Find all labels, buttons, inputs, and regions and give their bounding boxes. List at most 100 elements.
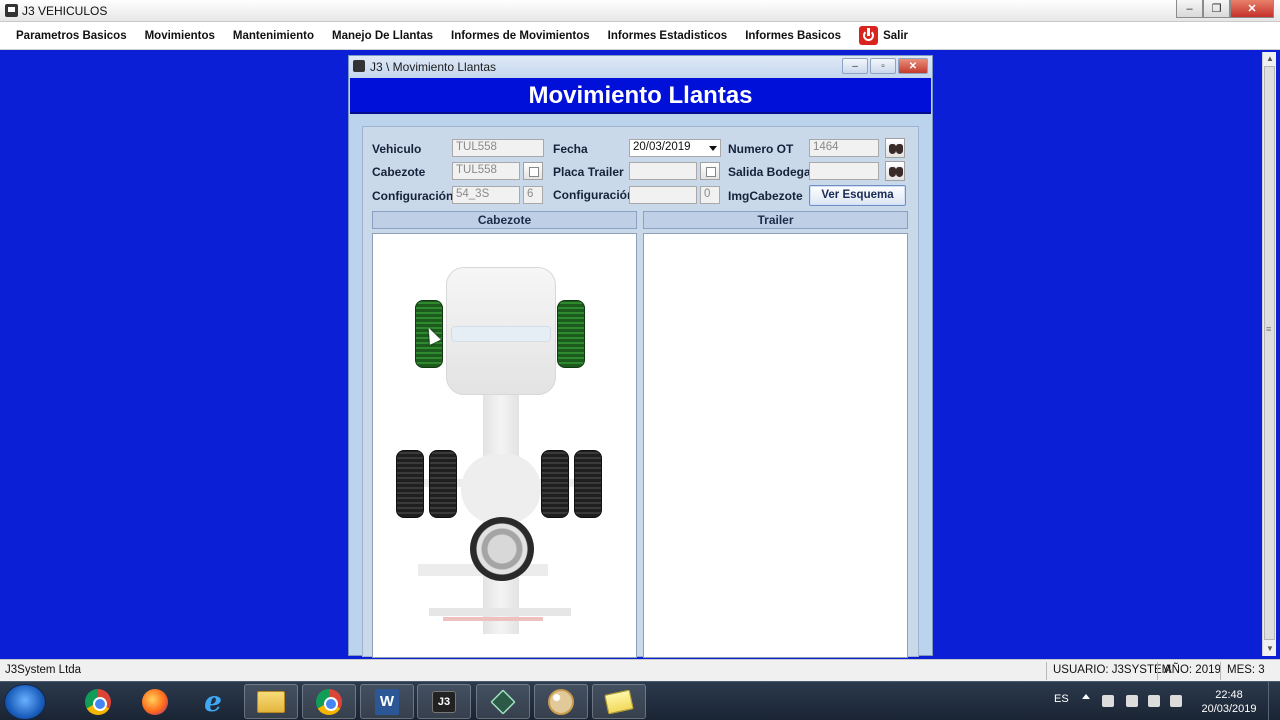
placa-trailer-search-icon[interactable] bbox=[700, 162, 720, 180]
display-icon[interactable] bbox=[1126, 695, 1138, 707]
tire-rear-right-outer[interactable] bbox=[574, 450, 602, 518]
truck-differential bbox=[461, 454, 541, 524]
taskbar-chrome-2[interactable] bbox=[302, 684, 356, 719]
chevron-down-icon[interactable] bbox=[709, 146, 717, 151]
placa-trailer-label: Placa Trailer bbox=[553, 165, 624, 179]
close-button[interactable]: ✕ bbox=[1230, 0, 1274, 18]
show-desktop-button[interactable] bbox=[1268, 682, 1280, 720]
tray-expand-icon[interactable] bbox=[1082, 694, 1090, 699]
configuracion-trailer-field[interactable] bbox=[629, 186, 697, 204]
form-panel: Vehiculo TUL558 Cabezote TUL558 Configur… bbox=[362, 126, 919, 658]
taskbar-ie[interactable]: e bbox=[186, 684, 240, 719]
ie-icon: e bbox=[204, 685, 222, 718]
action-center-icon[interactable] bbox=[1148, 695, 1160, 707]
status-anio: AÑO: 2019 bbox=[1157, 662, 1227, 680]
cabezote-search-icon[interactable] bbox=[523, 162, 543, 180]
taskbar-firefox[interactable] bbox=[128, 684, 182, 719]
network-icon[interactable] bbox=[1170, 695, 1182, 707]
child-app-icon bbox=[353, 60, 365, 72]
cabezote-label: Cabezote bbox=[372, 165, 426, 179]
movimiento-llantas-window: J3 \ Movimiento Llantas – ▫ ✕ Movimiento… bbox=[348, 55, 933, 658]
clock[interactable]: 22:48 20/03/2019 bbox=[1196, 688, 1262, 716]
firefox-icon bbox=[142, 688, 168, 715]
tire-rear-left-outer[interactable] bbox=[396, 450, 424, 518]
child-maximize-button[interactable]: ▫ bbox=[870, 58, 896, 74]
configuracion-cabezote-count[interactable]: 6 bbox=[523, 186, 543, 204]
j3-icon: J3 bbox=[432, 690, 456, 713]
vehiculo-field[interactable]: TUL558 bbox=[452, 139, 544, 157]
configuracion-cabezote-field[interactable]: 54_3S bbox=[452, 186, 520, 204]
taskbar-chrome[interactable] bbox=[71, 684, 125, 719]
truck-rear-lights bbox=[443, 617, 543, 621]
main-title-bar: J3 VEHICULOS – ❐ ✕ bbox=[0, 0, 1280, 22]
company-name: J3System Ltda bbox=[5, 664, 82, 676]
taskbar-sticky-notes[interactable] bbox=[592, 684, 646, 719]
menu-manejo-de-llantas[interactable]: Manejo De Llantas bbox=[323, 30, 442, 42]
sticky-notes-icon bbox=[604, 689, 634, 714]
menu-informes-de-movimientos[interactable]: Informes de Movimientos bbox=[442, 30, 599, 42]
taskbar-word[interactable]: W bbox=[360, 684, 414, 719]
configuracion-trailer-label: Configuración bbox=[553, 188, 635, 202]
child-window-title: J3 \ Movimiento Llantas bbox=[370, 60, 497, 74]
placa-trailer-field[interactable] bbox=[629, 162, 697, 180]
taskbar-explorer[interactable] bbox=[244, 684, 298, 719]
volume-icon[interactable] bbox=[1102, 695, 1114, 707]
fecha-label: Fecha bbox=[553, 142, 588, 156]
form-header: Movimiento Llantas bbox=[350, 78, 931, 114]
tire-spare[interactable] bbox=[470, 517, 534, 581]
tire-rear-left-inner[interactable] bbox=[429, 450, 457, 518]
language-indicator[interactable]: ES bbox=[1054, 693, 1069, 720]
chrome-icon bbox=[85, 688, 111, 715]
word-icon: W bbox=[375, 688, 399, 715]
cabezote-diagram bbox=[372, 233, 637, 658]
menu-informes-estadisticos[interactable]: Informes Estadisticos bbox=[599, 30, 737, 42]
tire-front-right[interactable] bbox=[557, 300, 585, 368]
menu-mantenimiento[interactable]: Mantenimiento bbox=[224, 30, 323, 42]
power-icon bbox=[859, 26, 879, 45]
configuracion-trailer-count[interactable]: 0 bbox=[700, 186, 720, 204]
numero-ot-field[interactable]: 1464 bbox=[809, 139, 879, 157]
menu-bar: Parametros Basicos Movimientos Mantenimi… bbox=[0, 22, 1280, 50]
salida-bodega-field[interactable] bbox=[809, 162, 879, 180]
taskbar-tool[interactable] bbox=[476, 684, 530, 719]
cabezote-section-header: Cabezote bbox=[372, 211, 637, 229]
folder-icon bbox=[257, 690, 285, 713]
clock-date: 20/03/2019 bbox=[1201, 703, 1257, 715]
taskbar-paint[interactable] bbox=[534, 684, 588, 719]
imgcabezote-label: ImgCabezote bbox=[728, 189, 803, 203]
menu-movimientos[interactable]: Movimientos bbox=[136, 30, 224, 42]
menu-parametros-basicos[interactable]: Parametros Basicos bbox=[7, 30, 136, 42]
main-vertical-scrollbar[interactable]: ▲ ≡ ▼ bbox=[1262, 52, 1276, 656]
cabezote-field[interactable]: TUL558 bbox=[452, 162, 520, 180]
scroll-thumb[interactable] bbox=[1264, 66, 1275, 640]
taskbar-j3[interactable]: J3 bbox=[417, 684, 471, 719]
scroll-grip-icon: ≡ bbox=[1266, 324, 1272, 334]
configuracion-cabezote-label: Configuración bbox=[372, 189, 454, 203]
child-title-bar: J3 \ Movimiento Llantas – ▫ ✕ bbox=[349, 56, 932, 78]
truck-windshield bbox=[451, 326, 551, 342]
maximize-button[interactable]: ❐ bbox=[1203, 0, 1230, 18]
menu-salir[interactable]: Salir bbox=[850, 26, 917, 45]
tire-rear-right-inner[interactable] bbox=[541, 450, 569, 518]
child-close-button[interactable]: ✕ bbox=[898, 58, 928, 74]
scroll-down-icon[interactable]: ▼ bbox=[1265, 644, 1275, 654]
app-icon bbox=[5, 4, 18, 17]
numero-ot-binoculars-icon[interactable] bbox=[885, 138, 905, 158]
form-title: Movimiento Llantas bbox=[528, 82, 753, 109]
ver-esquema-button[interactable]: Ver Esquema bbox=[809, 185, 906, 206]
menu-informes-basicos[interactable]: Informes Basicos bbox=[736, 30, 850, 42]
menu-salir-label: Salir bbox=[883, 29, 908, 42]
trailer-section-header: Trailer bbox=[643, 211, 908, 229]
vehiculo-label: Vehiculo bbox=[372, 142, 422, 156]
tool-icon bbox=[490, 688, 516, 715]
fecha-datepicker[interactable]: 20/03/2019 bbox=[629, 139, 721, 157]
numero-ot-label: Numero OT bbox=[728, 142, 794, 156]
child-minimize-button[interactable]: – bbox=[842, 58, 868, 74]
salida-bodega-label: Salida Bodega bbox=[728, 165, 811, 179]
start-button[interactable] bbox=[4, 684, 46, 720]
salida-bodega-binoculars-icon[interactable] bbox=[885, 161, 905, 181]
status-mes: MES: 3 bbox=[1220, 662, 1271, 680]
minimize-button[interactable]: – bbox=[1176, 0, 1203, 18]
trailer-diagram bbox=[643, 233, 908, 658]
scroll-up-icon[interactable]: ▲ bbox=[1265, 54, 1275, 64]
